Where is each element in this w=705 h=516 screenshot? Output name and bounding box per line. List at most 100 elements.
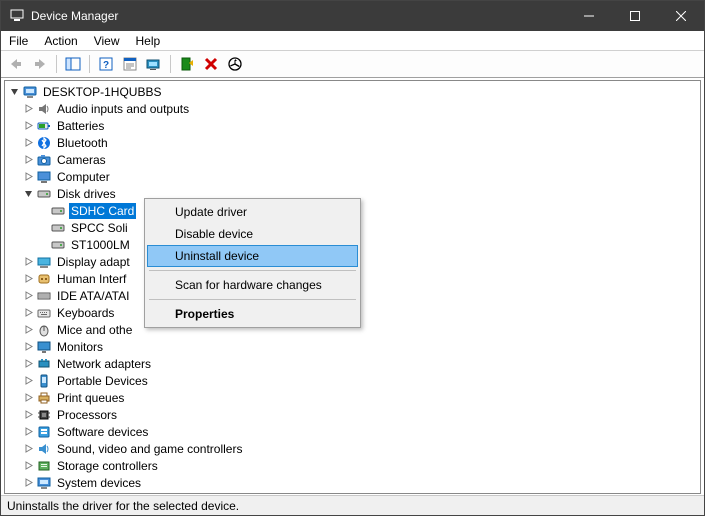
tree-item-batteries[interactable]: Batteries bbox=[7, 117, 700, 134]
back-button[interactable] bbox=[5, 53, 27, 75]
keyboard-icon bbox=[36, 305, 52, 321]
chevron-right-icon[interactable] bbox=[21, 102, 35, 116]
chevron-right-icon[interactable] bbox=[21, 340, 35, 354]
ctx-uninstall-device[interactable]: Uninstall device bbox=[147, 245, 358, 267]
tree-label: SPCC Soli bbox=[69, 220, 130, 236]
tree-label: Audio inputs and outputs bbox=[55, 101, 191, 117]
uninstall-button[interactable] bbox=[200, 53, 222, 75]
computer-icon bbox=[36, 169, 52, 185]
toolbar-separator bbox=[89, 55, 90, 73]
menu-action[interactable]: Action bbox=[36, 33, 85, 49]
tree-item-storage[interactable]: Storage controllers bbox=[7, 457, 700, 474]
chevron-right-icon[interactable] bbox=[21, 306, 35, 320]
tree-label: Print queues bbox=[55, 390, 126, 406]
tree-label: ST1000LM bbox=[69, 237, 132, 253]
ctx-update-driver[interactable]: Update driver bbox=[147, 201, 358, 223]
tree-label: Bluetooth bbox=[55, 135, 110, 151]
tree-label: Batteries bbox=[55, 118, 106, 134]
tree-label: SDHC Card bbox=[69, 203, 136, 219]
storage-controller-icon bbox=[36, 458, 52, 474]
tree-label: Mice and othe bbox=[55, 322, 134, 338]
chevron-right-icon[interactable] bbox=[21, 119, 35, 133]
software-device-icon bbox=[36, 424, 52, 440]
menu-view[interactable]: View bbox=[86, 33, 128, 49]
status-text: Uninstalls the driver for the selected d… bbox=[7, 499, 239, 513]
disable-button[interactable] bbox=[224, 53, 246, 75]
hid-icon bbox=[36, 271, 52, 287]
chevron-down-icon[interactable] bbox=[7, 85, 21, 99]
disk-icon bbox=[50, 220, 66, 236]
disk-icon bbox=[50, 237, 66, 253]
chevron-right-icon[interactable] bbox=[21, 442, 35, 456]
chevron-right-icon[interactable] bbox=[21, 425, 35, 439]
ide-icon bbox=[36, 288, 52, 304]
tree-label: Portable Devices bbox=[55, 373, 150, 389]
tree-item-network[interactable]: Network adapters bbox=[7, 355, 700, 372]
forward-button[interactable] bbox=[29, 53, 51, 75]
tree-item-portable[interactable]: Portable Devices bbox=[7, 372, 700, 389]
tree-label: Disk drives bbox=[55, 186, 118, 202]
tree-item-cameras[interactable]: Cameras bbox=[7, 151, 700, 168]
monitor-icon bbox=[36, 339, 52, 355]
tree-item-processors[interactable]: Processors bbox=[7, 406, 700, 423]
tree-item-printqueues[interactable]: Print queues bbox=[7, 389, 700, 406]
tree-item-computer[interactable]: Computer bbox=[7, 168, 700, 185]
chevron-right-icon[interactable] bbox=[21, 272, 35, 286]
statusbar: Uninstalls the driver for the selected d… bbox=[1, 495, 704, 515]
update-driver-button[interactable] bbox=[143, 53, 165, 75]
tree-label: Monitors bbox=[55, 339, 105, 355]
ctx-scan-hardware[interactable]: Scan for hardware changes bbox=[147, 274, 358, 296]
printer-icon bbox=[36, 390, 52, 406]
context-menu: Update driver Disable device Uninstall d… bbox=[144, 198, 361, 328]
app-icon bbox=[9, 8, 25, 24]
processor-icon bbox=[36, 407, 52, 423]
tree-item-system[interactable]: System devices bbox=[7, 474, 700, 491]
menu-help[interactable]: Help bbox=[128, 33, 169, 49]
titlebar: Device Manager bbox=[1, 1, 704, 31]
chevron-right-icon[interactable] bbox=[21, 357, 35, 371]
tree-label: Display adapt bbox=[55, 254, 132, 270]
tree-label: Network adapters bbox=[55, 356, 153, 372]
scan-hardware-button[interactable] bbox=[176, 53, 198, 75]
bluetooth-icon bbox=[36, 135, 52, 151]
tree-item-usb[interactable]: Universal Serial Bus controllers bbox=[7, 491, 700, 493]
chevron-right-icon[interactable] bbox=[21, 391, 35, 405]
ctx-properties[interactable]: Properties bbox=[147, 303, 358, 325]
chevron-right-icon[interactable] bbox=[21, 255, 35, 269]
tree-item-monitors[interactable]: Monitors bbox=[7, 338, 700, 355]
speaker-icon bbox=[36, 101, 52, 117]
display-adapter-icon bbox=[36, 254, 52, 270]
tree-label: Storage controllers bbox=[55, 458, 160, 474]
tree-label: Computer bbox=[55, 169, 112, 185]
show-hide-tree-button[interactable] bbox=[62, 53, 84, 75]
chevron-right-icon[interactable] bbox=[21, 170, 35, 184]
tree-item-bluetooth[interactable]: Bluetooth bbox=[7, 134, 700, 151]
tree-label: Keyboards bbox=[55, 305, 116, 321]
tree-item-software[interactable]: Software devices bbox=[7, 423, 700, 440]
close-button[interactable] bbox=[658, 1, 704, 31]
tree-root[interactable]: DESKTOP-1HQUBBS bbox=[7, 83, 700, 100]
chevron-right-icon[interactable] bbox=[21, 136, 35, 150]
chevron-right-icon[interactable] bbox=[21, 459, 35, 473]
chevron-right-icon[interactable] bbox=[21, 493, 35, 494]
ctx-disable-device[interactable]: Disable device bbox=[147, 223, 358, 245]
properties-button[interactable] bbox=[119, 53, 141, 75]
mouse-icon bbox=[36, 322, 52, 338]
toolbar-separator bbox=[56, 55, 57, 73]
chevron-down-icon[interactable] bbox=[21, 187, 35, 201]
chevron-right-icon[interactable] bbox=[21, 374, 35, 388]
chevron-right-icon[interactable] bbox=[21, 289, 35, 303]
tree-label: IDE ATA/ATAI bbox=[55, 288, 131, 304]
tree-item-audio[interactable]: Audio inputs and outputs bbox=[7, 100, 700, 117]
chevron-right-icon[interactable] bbox=[21, 153, 35, 167]
chevron-right-icon[interactable] bbox=[21, 323, 35, 337]
chevron-right-icon[interactable] bbox=[21, 476, 35, 490]
tree-item-sound[interactable]: Sound, video and game controllers bbox=[7, 440, 700, 457]
help-button[interactable]: ? bbox=[95, 53, 117, 75]
minimize-button[interactable] bbox=[566, 1, 612, 31]
ctx-separator bbox=[149, 299, 356, 300]
toolbar-separator bbox=[170, 55, 171, 73]
menu-file[interactable]: File bbox=[7, 33, 36, 49]
chevron-right-icon[interactable] bbox=[21, 408, 35, 422]
maximize-button[interactable] bbox=[612, 1, 658, 31]
